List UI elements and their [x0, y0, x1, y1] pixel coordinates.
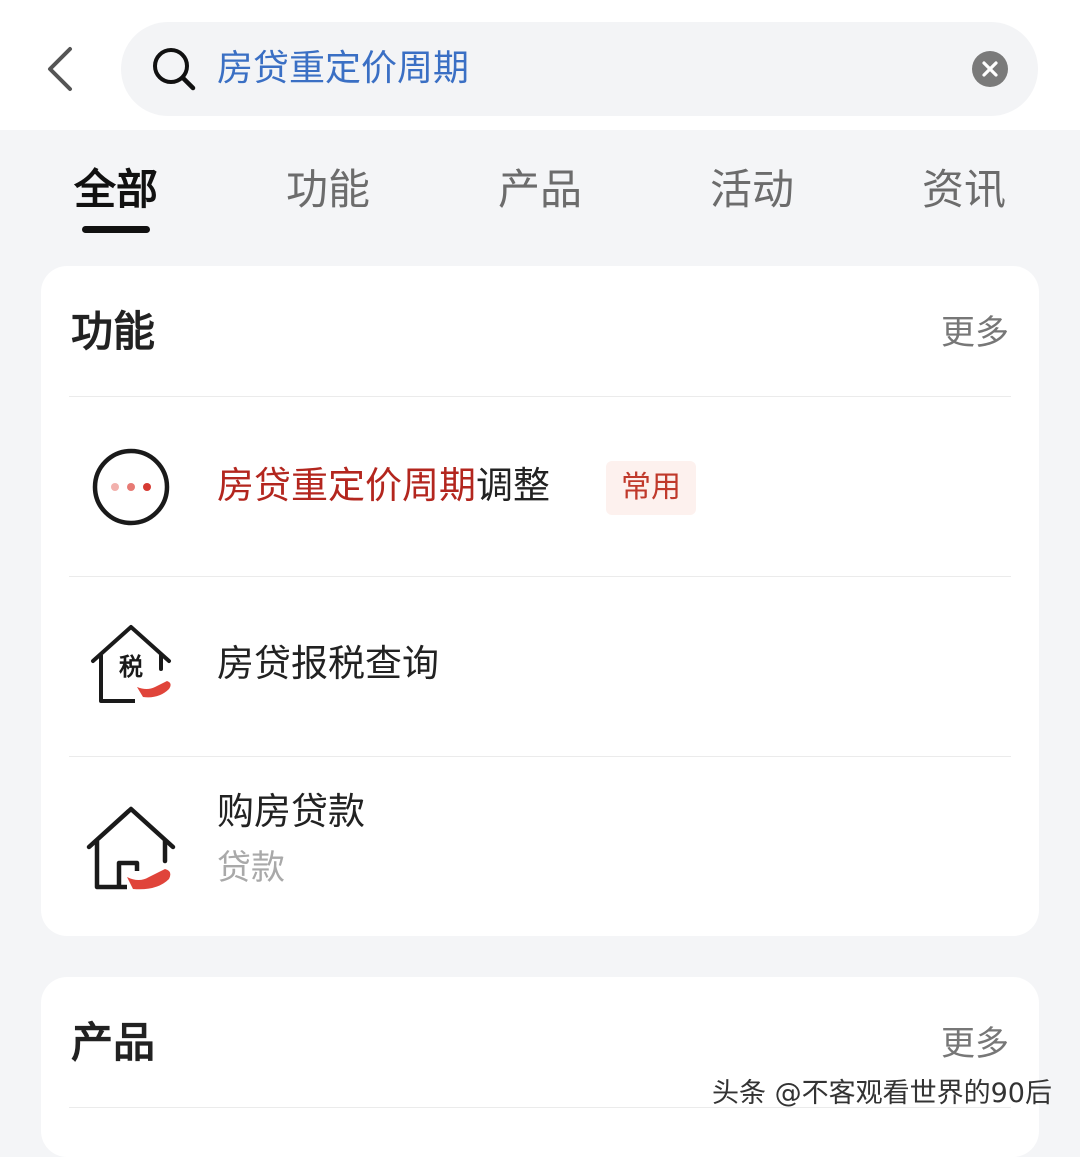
section-title: 功能 — [71, 307, 156, 356]
tab-news[interactable]: 资讯 — [864, 162, 1064, 218]
search-input[interactable]: 房贷重定价周期 — [217, 42, 469, 96]
item-label: 房贷报税查询 — [217, 642, 439, 685]
clear-icon[interactable] — [972, 51, 1008, 87]
more-link[interactable]: 更多 — [941, 1021, 1009, 1067]
search-icon — [151, 46, 197, 92]
house-loan-icon — [85, 801, 177, 893]
item-subtitle: 贷款 — [217, 848, 285, 888]
tab-functions[interactable]: 功能 — [228, 162, 428, 218]
section-title: 产品 — [71, 1018, 156, 1067]
label-rest: 调整 — [476, 464, 550, 507]
list-item-home-loan[interactable]: 购房贷款 贷款 — [41, 757, 1039, 936]
list-item-repricing[interactable]: 房贷重定价周期调整 常用 — [41, 397, 1039, 575]
tab-activities[interactable]: 活动 — [652, 162, 852, 218]
label-highlight: 房贷重定价周期 — [217, 464, 476, 507]
frequent-badge: 常用 — [606, 461, 696, 515]
item-label: 房贷重定价周期调整 — [217, 461, 550, 511]
item-label: 购房贷款 — [217, 790, 365, 833]
search-box[interactable]: 房贷重定价周期 — [121, 22, 1038, 116]
functions-card: 功能 更多 房贷重定价周期调整 常用 税 房贷报税查询 购房贷款 贷款 — [41, 266, 1039, 936]
more-link[interactable]: 更多 — [941, 310, 1009, 356]
back-icon[interactable] — [40, 45, 84, 93]
tab-products[interactable]: 产品 — [440, 162, 640, 218]
house-tax-icon: 税 — [85, 617, 177, 709]
tab-all[interactable]: 全部 — [16, 162, 216, 218]
active-tab-indicator — [82, 226, 150, 233]
more-dots-icon — [85, 441, 177, 533]
watermark: 头条 @不客观看世界的90后 — [712, 1078, 1052, 1109]
list-item-tax-query[interactable]: 税 房贷报税查询 — [41, 577, 1039, 755]
tax-glyph: 税 — [119, 653, 143, 681]
products-card: 产品 更多 — [41, 977, 1039, 1157]
category-tabs: 全部 功能 产品 活动 资讯 — [0, 130, 1080, 250]
top-bar: 房贷重定价周期 — [0, 0, 1080, 130]
